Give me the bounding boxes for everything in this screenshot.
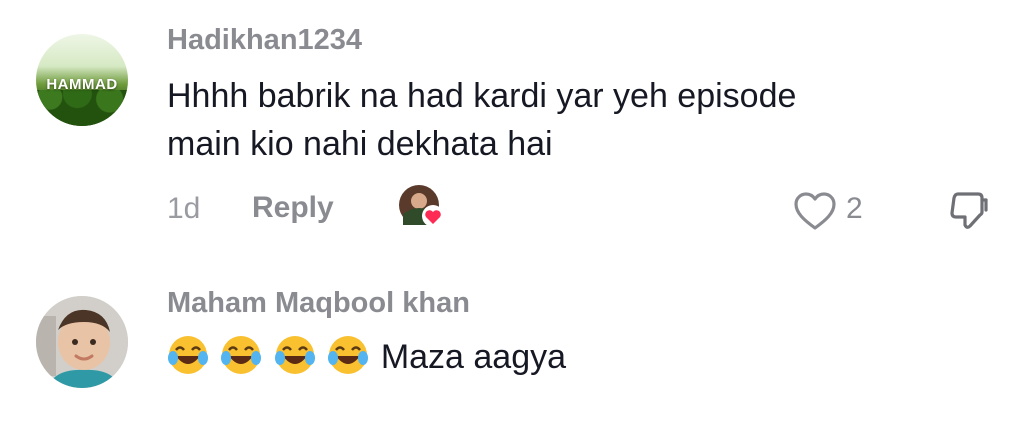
reply-button[interactable]: Reply	[252, 191, 334, 225]
comment-text-body: Maza aagya	[380, 338, 567, 376]
creator-liked-avatar-icon	[398, 184, 446, 232]
like-count: 2	[846, 192, 863, 225]
dislike-icon[interactable]	[946, 188, 990, 232]
emoji-laughing-icon	[274, 336, 327, 376]
avatar[interactable]	[36, 296, 128, 388]
comment-text: Maza aagya	[167, 332, 566, 382]
username[interactable]: Maham Maqbool khan	[167, 287, 470, 320]
username[interactable]: Hadikhan1234	[167, 24, 362, 57]
avatar-landscape	[36, 90, 128, 126]
comment-text-line-2: main kio nahi dekhata hai	[167, 125, 553, 163]
emoji-laughing-icon	[167, 336, 220, 376]
avatar-logo-text: HAMMAD	[46, 76, 118, 93]
avatar[interactable]: HAMMAD	[36, 34, 128, 126]
emoji-laughing-icon	[327, 336, 380, 376]
comment-text-line-1: Hhhh babrik na had kardi yar yeh episode	[167, 77, 797, 115]
emoji-laughing-icon	[220, 336, 273, 376]
heart-outline-icon[interactable]	[792, 190, 838, 232]
comment-timestamp: 1d	[167, 192, 201, 225]
